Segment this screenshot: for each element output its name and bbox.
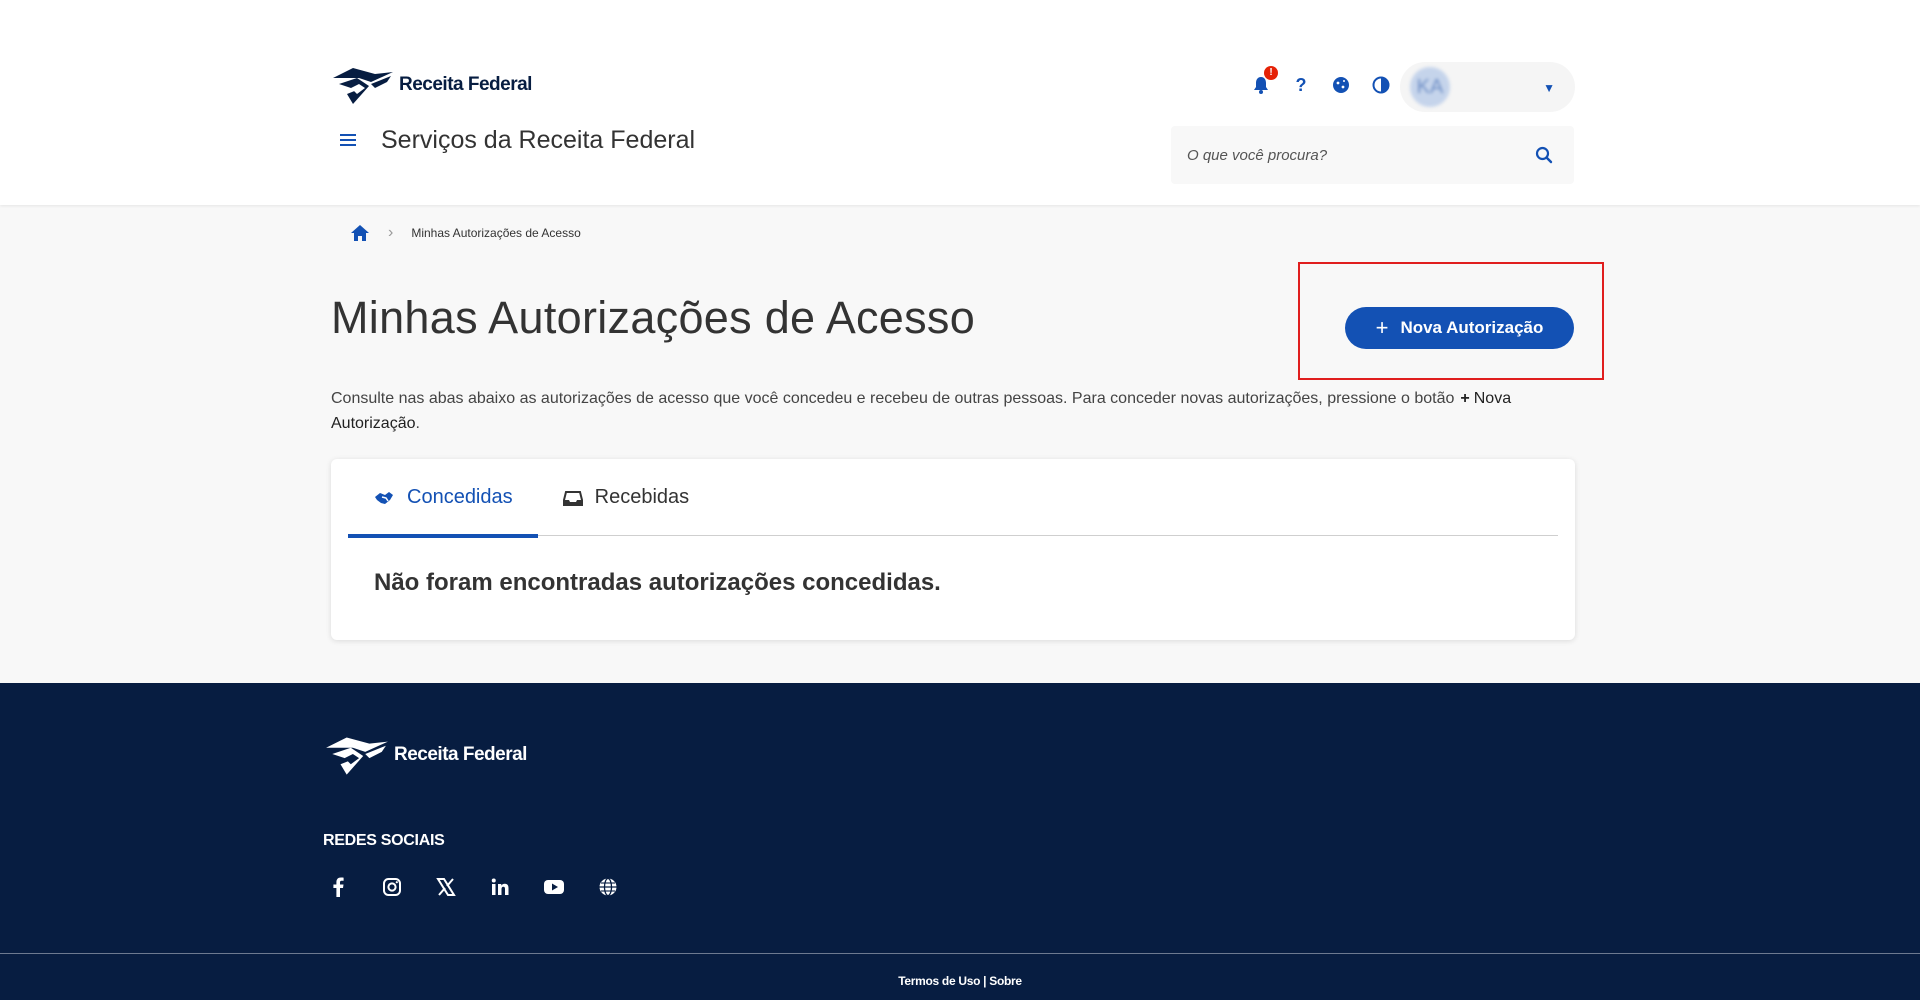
breadcrumb-current: Minhas Autorizações de Acesso <box>411 226 581 240</box>
plus-icon: + <box>1375 315 1389 340</box>
contrast-button[interactable] <box>1370 74 1392 96</box>
terms-link[interactable]: Termos de Uso <box>898 974 980 988</box>
menu-icon <box>340 134 356 146</box>
site-header: Receita Federal Serviços da Receita Fede… <box>0 0 1920 205</box>
hamburger-menu-button[interactable] <box>336 128 360 152</box>
receita-logo-emblem-icon <box>333 68 393 104</box>
authorizations-card: Concedidas Recebidas Não foram encontrad… <box>331 459 1575 640</box>
site-footer: Receita Federal REDES SOCIAIS Termos de … <box>0 683 1920 1000</box>
about-link[interactable]: Sobre <box>989 974 1022 988</box>
receita-logo-emblem-icon <box>326 737 388 775</box>
x-icon[interactable] <box>434 875 458 899</box>
notification-badge: ! <box>1264 66 1278 80</box>
help-button[interactable]: ? <box>1290 74 1312 96</box>
social-title: REDES SOCIAIS <box>323 832 445 849</box>
page-title: Minhas Autorizações de Acesso <box>331 292 976 343</box>
tab-label: Recebidas <box>594 486 690 508</box>
footer-logo-text: Receita Federal <box>394 744 527 765</box>
search-icon <box>1535 146 1553 164</box>
inbox-icon <box>562 489 583 507</box>
caret-down-icon: ▼ <box>1543 81 1555 95</box>
question-icon: ? <box>1295 74 1307 95</box>
avatar: KA <box>1410 67 1450 107</box>
tab-concedidas[interactable]: Concedidas <box>348 459 538 538</box>
linkedin-icon[interactable] <box>488 875 512 899</box>
search-button[interactable] <box>1530 141 1558 169</box>
empty-state-message: Não foram encontradas autorizações conce… <box>374 569 941 596</box>
tab-label: Concedidas <box>407 486 513 508</box>
description-end: . <box>415 415 420 432</box>
facebook-icon[interactable] <box>326 875 350 899</box>
youtube-icon[interactable] <box>542 875 566 899</box>
instagram-icon[interactable] <box>380 875 404 899</box>
user-menu[interactable]: KA ▼ <box>1400 62 1575 112</box>
receita-federal-logo[interactable]: Receita Federal <box>331 64 532 106</box>
footer-divider <box>0 953 1920 954</box>
search-input[interactable] <box>1187 146 1530 164</box>
new-authorization-button[interactable]: + Nova Autorização <box>1345 307 1574 349</box>
cookie-icon <box>1333 77 1349 93</box>
chevron-right-icon: › <box>388 224 394 241</box>
cookies-button[interactable] <box>1330 74 1352 96</box>
footer-links: Termos de Uso | Sobre <box>0 974 1920 988</box>
tabs: Concedidas Recebidas <box>348 459 1558 538</box>
search-bar <box>1171 126 1574 184</box>
contrast-icon <box>1372 76 1390 94</box>
site-title: Serviços da Receita Federal <box>381 126 696 154</box>
social-links <box>326 875 620 899</box>
breadcrumb: › Minhas Autorizações de Acesso <box>350 224 581 242</box>
header-actions: ! ? <box>1250 66 1392 96</box>
plus-icon: + <box>1460 390 1470 407</box>
home-icon[interactable] <box>350 224 370 242</box>
globe-icon[interactable] <box>596 875 620 899</box>
handshake-icon <box>373 489 395 507</box>
footer-link-separator: | <box>980 974 990 988</box>
new-authorization-label: Nova Autorização <box>1400 318 1544 337</box>
notifications-button[interactable]: ! <box>1250 66 1278 96</box>
page-description: Consulte nas abas abaixo as autorizações… <box>331 386 1581 436</box>
footer-logo[interactable]: Receita Federal <box>324 733 527 777</box>
logo-text: Receita Federal <box>399 74 532 95</box>
tab-recebidas[interactable]: Recebidas <box>538 459 715 536</box>
description-text: Consulte nas abas abaixo as autorizações… <box>331 390 1455 407</box>
